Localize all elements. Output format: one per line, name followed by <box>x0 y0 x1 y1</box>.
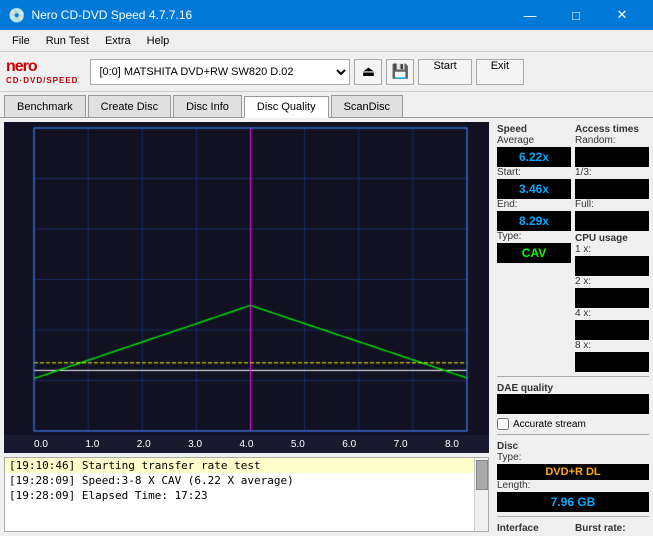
disc-length-value: 7.96 GB <box>497 492 649 512</box>
save-icon-button[interactable]: 💾 <box>386 59 414 85</box>
interface-header: Interface <box>497 523 571 534</box>
chart-canvas-container: 20 X 16 X 12 X 8 X 4 X 28 24 20 16 12 8 … <box>4 122 489 435</box>
divider-3 <box>497 516 649 517</box>
drive-select[interactable]: [0:0] MATSHITA DVD+RW SW820 D.02 <box>90 59 350 85</box>
x-label-0: 0.0 <box>34 439 48 450</box>
menu-file[interactable]: File <box>4 33 38 49</box>
speed-average-value: 6.22x <box>497 147 571 167</box>
main-content: 20 X 16 X 12 X 8 X 4 X 28 24 20 16 12 8 … <box>0 118 653 536</box>
one-third-label: 1/3: <box>575 167 649 178</box>
speed-type-value: CAV <box>497 243 571 263</box>
cpu-1x-label: 1 x: <box>575 244 591 255</box>
log-scrollbar-thumb[interactable] <box>476 460 488 490</box>
eject-icon-button[interactable]: ⏏ <box>354 59 382 85</box>
full-value <box>575 211 649 231</box>
accurate-stream-row: Accurate stream <box>497 418 649 430</box>
dae-quality-header: DAE quality <box>497 383 649 394</box>
menu-extra[interactable]: Extra <box>97 33 139 49</box>
disc-type-value: DVD+R DL <box>497 464 649 480</box>
minimize-button[interactable]: — <box>507 0 553 30</box>
nero-logo-text: nero <box>6 58 78 76</box>
tab-create-disc[interactable]: Create Disc <box>88 95 171 117</box>
log-line-1: [19:28:09] Speed:3-8 X CAV (6.22 X avera… <box>5 473 488 488</box>
tab-benchmark[interactable]: Benchmark <box>4 95 86 117</box>
disc-type-label: Type: <box>497 452 649 463</box>
accurate-stream-label: Accurate stream <box>513 419 586 430</box>
speed-average-label: Average <box>497 135 571 146</box>
random-label: Random: <box>575 135 649 146</box>
cpu-2x-value <box>575 288 649 308</box>
speed-end-label: End: <box>497 199 571 210</box>
x-label-4: 4.0 <box>240 439 254 450</box>
disc-section: Disc Type: DVD+R DL Length: 7.96 GB <box>497 439 649 512</box>
log-line-2: [19:28:09] Elapsed Time: 17:23 <box>5 488 488 503</box>
tabs: Benchmark Create Disc Disc Info Disc Qua… <box>0 92 653 118</box>
menu-run-test[interactable]: Run Test <box>38 33 97 49</box>
interface-block: Interface <box>497 521 571 534</box>
speed-header: Speed <box>497 124 571 135</box>
disc-length-label: Length: <box>497 480 649 491</box>
benchmark-chart <box>4 122 489 435</box>
log-line-0: [19:10:46] Starting transfer rate test <box>5 458 488 473</box>
speed-type-label: Type: <box>497 231 571 242</box>
nero-logo: nero CD·DVD/SPEED <box>6 58 78 85</box>
dae-quality-value <box>497 394 649 414</box>
x-label-7: 7.0 <box>394 439 408 450</box>
random-value <box>575 147 649 167</box>
x-label-5: 5.0 <box>291 439 305 450</box>
cpu-1x-row: 1 x: <box>575 244 649 256</box>
divider-1 <box>497 376 649 377</box>
x-label-6: 6.0 <box>342 439 356 450</box>
disc-header: Disc <box>497 441 649 452</box>
access-times-header: Access times <box>575 124 649 135</box>
x-label-1: 1.0 <box>85 439 99 450</box>
divider-2 <box>497 434 649 435</box>
burst-rate-label: Burst rate: <box>575 523 649 534</box>
full-label: Full: <box>575 199 649 210</box>
title-bar: 💿 Nero CD-DVD Speed 4.7.7.16 — □ ✕ <box>0 0 653 30</box>
tab-disc-quality[interactable]: Disc Quality <box>244 96 329 118</box>
nero-logo-subtitle: CD·DVD/SPEED <box>6 76 78 85</box>
exit-button[interactable]: Exit <box>476 59 524 85</box>
cpu-8x-label: 8 x: <box>575 340 649 351</box>
menu-bar: File Run Test Extra Help <box>0 30 653 52</box>
menu-help[interactable]: Help <box>139 33 178 49</box>
burst-rate-block: Burst rate: <box>575 521 649 534</box>
interface-section: Interface Burst rate: <box>497 521 649 534</box>
cpu-1x-value <box>575 256 649 276</box>
one-third-value <box>575 179 649 199</box>
toolbar: nero CD·DVD/SPEED [0:0] MATSHITA DVD+RW … <box>0 52 653 92</box>
cpu-4x-label: 4 x: <box>575 308 649 319</box>
tab-disc-info[interactable]: Disc Info <box>173 95 242 117</box>
log-scrollbar[interactable] <box>474 458 488 531</box>
accurate-stream-checkbox[interactable] <box>497 418 509 430</box>
dae-quality-block: DAE quality <box>497 381 649 414</box>
start-button[interactable]: Start <box>418 59 471 85</box>
cpu-4x-value <box>575 320 649 340</box>
right-panel: Speed Average 6.22x Start: 3.46x End: 8.… <box>493 118 653 536</box>
chart-area: 20 X 16 X 12 X 8 X 4 X 28 24 20 16 12 8 … <box>4 122 489 453</box>
speed-block: Speed Average 6.22x Start: 3.46x End: 8.… <box>497 122 571 372</box>
speed-start-label: Start: <box>497 167 571 178</box>
speed-start-value: 3.46x <box>497 179 571 199</box>
log-panel: [19:10:46] Starting transfer rate test [… <box>4 457 489 532</box>
maximize-button[interactable]: □ <box>553 0 599 30</box>
speed-access-section: Speed Average 6.22x Start: 3.46x End: 8.… <box>497 122 649 372</box>
speed-end-value: 8.29x <box>497 211 571 231</box>
x-label-3: 3.0 <box>188 439 202 450</box>
tab-scan-disc[interactable]: ScanDisc <box>331 95 403 117</box>
app-title: Nero CD-DVD Speed 4.7.7.16 <box>31 8 507 22</box>
x-label-8: 8.0 <box>445 439 459 450</box>
access-times-block: Access times Random: 1/3: Full: CPU usag… <box>575 122 649 372</box>
x-label-2: 2.0 <box>137 439 151 450</box>
cpu-header: CPU usage <box>575 233 649 244</box>
x-axis: 0.0 1.0 2.0 3.0 4.0 5.0 6.0 7.0 8.0 <box>4 435 489 453</box>
close-button[interactable]: ✕ <box>599 0 645 30</box>
cpu-2x-label: 2 x: <box>575 276 649 287</box>
cpu-8x-value <box>575 352 649 372</box>
